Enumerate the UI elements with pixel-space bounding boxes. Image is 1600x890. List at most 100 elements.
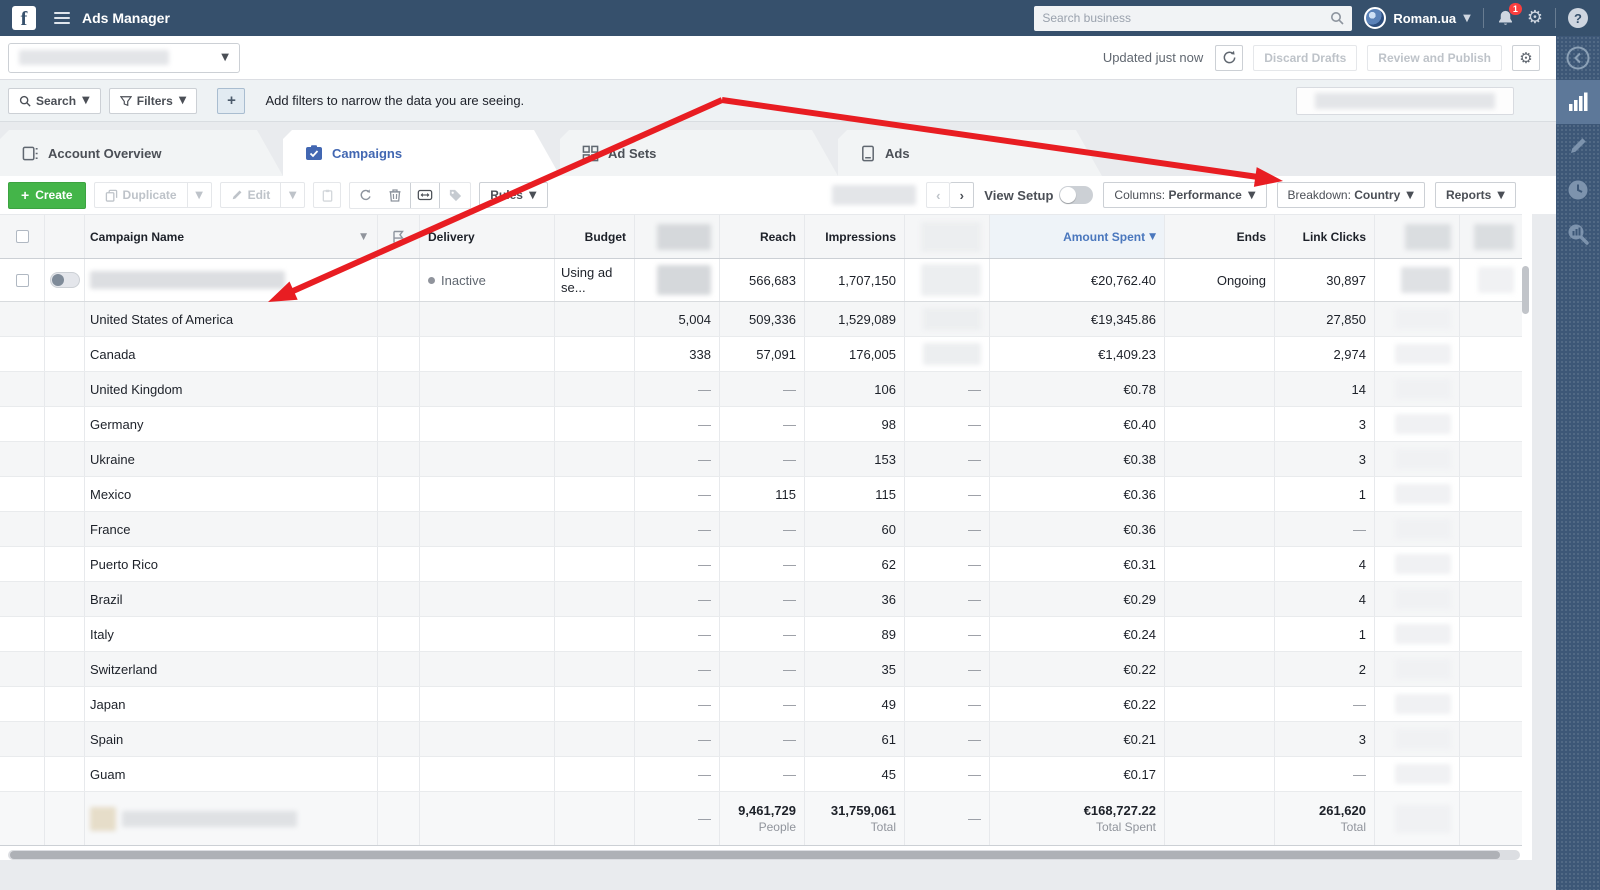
chevron-left-circle-icon <box>1566 46 1590 70</box>
breakdown-button[interactable]: Breakdown: Country ▼ <box>1276 182 1425 208</box>
redacted-column-header[interactable] <box>905 215 990 258</box>
amount-spent-cell: €20,762.40 <box>990 259 1165 301</box>
sidebar-item-performance-charts[interactable] <box>1556 80 1600 124</box>
country-name: Brazil <box>85 582 378 616</box>
revert-button[interactable] <box>350 183 380 208</box>
pencil-icon <box>1571 138 1586 153</box>
country-name: Italy <box>85 617 378 651</box>
clock-icon <box>1568 180 1588 200</box>
settings-button[interactable]: ⚙ <box>1512 44 1540 71</box>
ab-test-button[interactable] <box>410 182 441 208</box>
campaign-status-toggle[interactable] <box>49 272 80 288</box>
redacted-campaign-name[interactable] <box>85 259 378 301</box>
sidebar-item-edit[interactable] <box>1556 124 1600 168</box>
edit-button[interactable]: Edit <box>219 182 282 208</box>
redacted-column-header[interactable] <box>1460 215 1522 258</box>
page-prev-button[interactable]: ‹ <box>926 182 951 208</box>
country-name: Canada <box>85 337 378 371</box>
rules-button[interactable]: Rules ▼ <box>479 182 548 208</box>
search-button[interactable]: Search ▼ <box>8 87 101 114</box>
link-clicks-header[interactable]: Link Clicks <box>1275 215 1375 258</box>
create-button[interactable]: + Create <box>8 181 86 209</box>
table-row-country: France — — 60 — €0.36 — <box>0 512 1522 547</box>
sidebar-item-search-insights[interactable] <box>1556 212 1600 256</box>
table-row-country: Japan — — 49 — €0.22 — <box>0 687 1522 722</box>
collapse-panel-button[interactable] <box>1556 36 1600 80</box>
impressions-header[interactable]: Impressions <box>805 215 905 258</box>
redacted-date-range[interactable] <box>1296 86 1514 115</box>
redacted-account-name <box>19 50 169 65</box>
columns-button[interactable]: Columns: Performance ▼ <box>1103 182 1267 208</box>
reach-header[interactable]: Reach <box>720 215 805 258</box>
chevron-down-icon: ▼ <box>221 52 229 63</box>
row-checkbox[interactable] <box>15 273 29 287</box>
reports-button[interactable]: Reports ▼ <box>1434 182 1516 208</box>
vertical-scrollbar[interactable] <box>1522 266 1529 314</box>
account-bar: ▼ Updated just now Discard Drafts Review… <box>0 36 1556 80</box>
duplicate-button[interactable]: Duplicate <box>93 182 188 208</box>
link-clicks-cell: 30,897 <box>1275 259 1375 301</box>
duplicate-dropdown[interactable]: ▼ <box>187 182 212 208</box>
table-row-country: Germany — — 98 — €0.40 3 <box>0 407 1522 442</box>
tab-ads[interactable]: Ads <box>838 130 1102 176</box>
budget-header[interactable]: Budget <box>555 215 635 258</box>
scrollbar-thumb[interactable] <box>10 851 1500 859</box>
ads-manager-page: f Ads Manager Search business Roman.ua ▼… <box>0 0 1600 890</box>
table-header-row: Campaign Name ▼ Delivery Budget Reach Imp… <box>0 214 1522 259</box>
add-filter-button[interactable]: + <box>217 87 246 114</box>
business-search-input[interactable]: Search business <box>1034 5 1353 31</box>
sort-desc-icon: ▼ <box>1149 231 1156 242</box>
user-name: Roman.ua <box>1393 10 1457 26</box>
tab-campaigns[interactable]: Campaigns <box>283 130 560 176</box>
user-menu[interactable]: Roman.ua ▼ <box>1364 7 1471 29</box>
select-all-checkbox[interactable] <box>15 230 29 243</box>
country-name: Mexico <box>85 477 378 511</box>
campaigns-icon <box>305 144 323 162</box>
campaign-name-header[interactable]: Campaign Name ▼ <box>85 215 378 258</box>
settings-gear-icon[interactable]: ⚙ <box>1527 9 1543 27</box>
redacted-column-header[interactable] <box>635 215 720 258</box>
delivery-cell: Inactive <box>420 259 555 301</box>
table-row-country: Brazil — — 36 — €0.29 4 <box>0 582 1522 617</box>
table-row-country: Puerto Rico — — 62 — €0.31 4 <box>0 547 1522 582</box>
table-row-country: Switzerland — — 35 — €0.22 2 <box>0 652 1522 687</box>
page-next-button[interactable]: › <box>950 182 975 208</box>
country-name: Germany <box>85 407 378 441</box>
edit-dropdown[interactable]: ▼ <box>281 182 306 208</box>
delete-button[interactable] <box>380 183 410 208</box>
duplicate-icon <box>105 189 117 202</box>
refresh-button[interactable] <box>1215 44 1244 71</box>
tag-button[interactable] <box>440 183 470 208</box>
ends-cell: Ongoing <box>1165 259 1275 301</box>
horizontal-scrollbar[interactable] <box>8 850 1520 860</box>
view-setup-toggle[interactable] <box>1059 186 1094 204</box>
filters-button[interactable]: Filters ▼ <box>108 87 198 114</box>
impressions-cell: 1,707,150 <box>805 259 905 301</box>
avatar <box>1364 7 1387 29</box>
budget-cell: Using ad se... <box>555 259 635 301</box>
redacted-totals-label <box>85 792 378 845</box>
redacted-column-header[interactable] <box>1375 215 1460 258</box>
paste-button[interactable] <box>313 182 342 208</box>
help-icon[interactable]: ? <box>1568 8 1588 28</box>
ad-account-selector[interactable]: ▼ <box>8 42 240 73</box>
tab-ad-sets[interactable]: Ad Sets <box>560 130 838 176</box>
amount-spent-header[interactable]: Amount Spent ▼ <box>990 215 1165 258</box>
facebook-logo[interactable]: f <box>12 6 36 30</box>
sidebar-item-activity-history[interactable] <box>1556 168 1600 212</box>
trash-icon <box>389 189 401 202</box>
tag-icon <box>449 189 461 201</box>
delivery-header[interactable]: Delivery <box>420 215 555 258</box>
ends-header[interactable]: Ends <box>1165 215 1275 258</box>
tab-account-overview[interactable]: Account Overview <box>0 130 283 176</box>
view-setup-label: View Setup <box>984 187 1054 203</box>
country-name: Switzerland <box>85 652 378 686</box>
country-name: Ukraine <box>85 442 378 476</box>
country-name: United Kingdom <box>85 372 378 406</box>
discard-drafts-button[interactable]: Discard Drafts <box>1253 44 1358 71</box>
notifications-button[interactable]: 1 <box>1496 2 1522 28</box>
country-name: Spain <box>85 722 378 756</box>
menu-icon[interactable] <box>54 12 70 24</box>
updated-status: Updated just now <box>1102 50 1204 65</box>
review-publish-button[interactable]: Review and Publish <box>1367 44 1502 71</box>
